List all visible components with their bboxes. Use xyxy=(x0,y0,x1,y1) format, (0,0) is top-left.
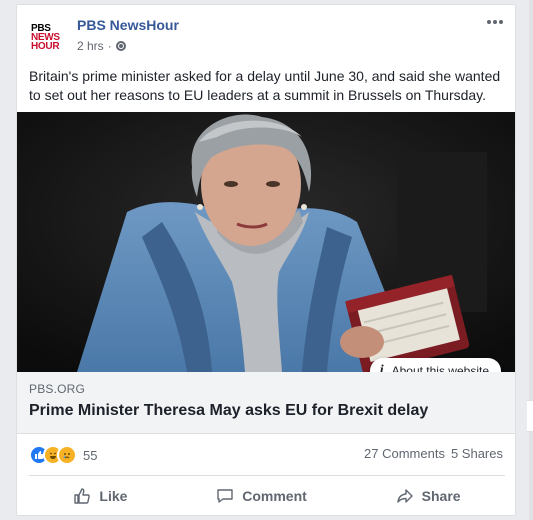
share-label: Share xyxy=(421,488,461,504)
post-card: PBS NEWS HOUR PBS NewsHour 2 hrs · Brita… xyxy=(16,4,516,516)
reactions-summary[interactable]: 55 xyxy=(29,445,97,465)
photo-illustration xyxy=(17,112,515,372)
logo-line-3: HOUR xyxy=(31,40,60,52)
engagement-counts: 27 Comments 5 Shares xyxy=(364,446,503,461)
comment-button[interactable]: Comment xyxy=(216,487,307,505)
info-icon: i xyxy=(379,363,384,372)
dot-icon xyxy=(499,20,503,24)
shares-count-link[interactable]: 5 Shares xyxy=(451,446,503,461)
link-preview[interactable]: PBS.ORG Prime Minister Theresa May asks … xyxy=(17,372,515,434)
about-website-button[interactable]: i About this website xyxy=(369,358,501,372)
post-actions: Like Comment Share xyxy=(29,479,505,513)
link-title[interactable]: Prime Minister Theresa May asks EU for B… xyxy=(29,402,428,420)
comment-bubble-icon xyxy=(217,489,233,503)
share-arrow-icon xyxy=(396,489,413,503)
post-header: PBS NEWS HOUR PBS NewsHour 2 hrs · xyxy=(17,5,515,61)
page-name-link[interactable]: PBS NewsHour xyxy=(77,17,179,33)
dot-icon xyxy=(487,20,491,24)
comments-count-link[interactable]: 27 Comments xyxy=(364,446,445,461)
actions-divider xyxy=(29,475,505,476)
dot-icon xyxy=(493,20,497,24)
post-timestamp[interactable]: 2 hrs xyxy=(77,39,104,53)
post-meta: 2 hrs · xyxy=(77,39,126,53)
about-website-label: About this website xyxy=(391,364,489,372)
meta-separator: · xyxy=(107,39,112,53)
like-label: Like xyxy=(99,488,128,504)
page-avatar[interactable]: PBS NEWS HOUR xyxy=(31,17,71,57)
side-panel-edge xyxy=(527,400,533,432)
reaction-count: 55 xyxy=(83,447,98,463)
globe-icon[interactable] xyxy=(115,41,126,51)
comment-label: Comment xyxy=(242,488,307,504)
thumbs-up-icon xyxy=(74,488,91,504)
page-scroll-strip xyxy=(529,0,533,520)
like-button[interactable]: Like xyxy=(73,487,127,505)
more-options-button[interactable] xyxy=(483,13,507,31)
post-photo[interactable]: i About this website xyxy=(17,112,515,372)
post-text: Britain's prime minister asked for a del… xyxy=(29,68,501,103)
link-domain: PBS.ORG xyxy=(29,382,86,396)
share-button[interactable]: Share xyxy=(396,487,461,505)
sad-icon xyxy=(57,445,77,465)
